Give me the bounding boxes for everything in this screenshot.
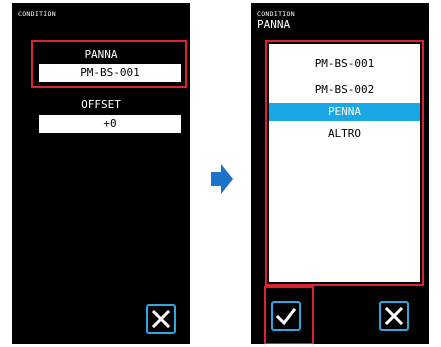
close-icon	[384, 306, 404, 326]
arrow-right-icon	[211, 164, 233, 194]
screen-subtitle: PANNA	[257, 18, 291, 31]
check-icon	[275, 307, 297, 326]
confirm-button[interactable]	[271, 301, 301, 331]
list-item-selected[interactable]: PENNA	[269, 103, 420, 121]
condition-screen-right: CONDITION PANNA PM-BS-001 PM-BS-002 PENN…	[251, 3, 429, 344]
offset-value-field[interactable]: +0	[39, 115, 181, 133]
pen-options-list: PM-BS-001 PM-BS-002 PENNA ALTRO	[269, 44, 420, 282]
screen-title: CONDITION	[257, 10, 295, 18]
list-item[interactable]: ALTRO	[269, 125, 420, 143]
screen-title: CONDITION	[18, 10, 56, 18]
list-item[interactable]: PM-BS-001	[269, 55, 420, 73]
condition-screen-left: CONDITION PANNA PM-BS-001 OFFSET +0	[12, 3, 190, 344]
highlight-frame	[31, 40, 187, 88]
list-item[interactable]: PM-BS-002	[269, 81, 420, 99]
cancel-button[interactable]	[379, 301, 409, 331]
offset-label: OFFSET	[81, 98, 121, 111]
cancel-button[interactable]	[146, 304, 176, 334]
close-icon	[151, 309, 171, 329]
